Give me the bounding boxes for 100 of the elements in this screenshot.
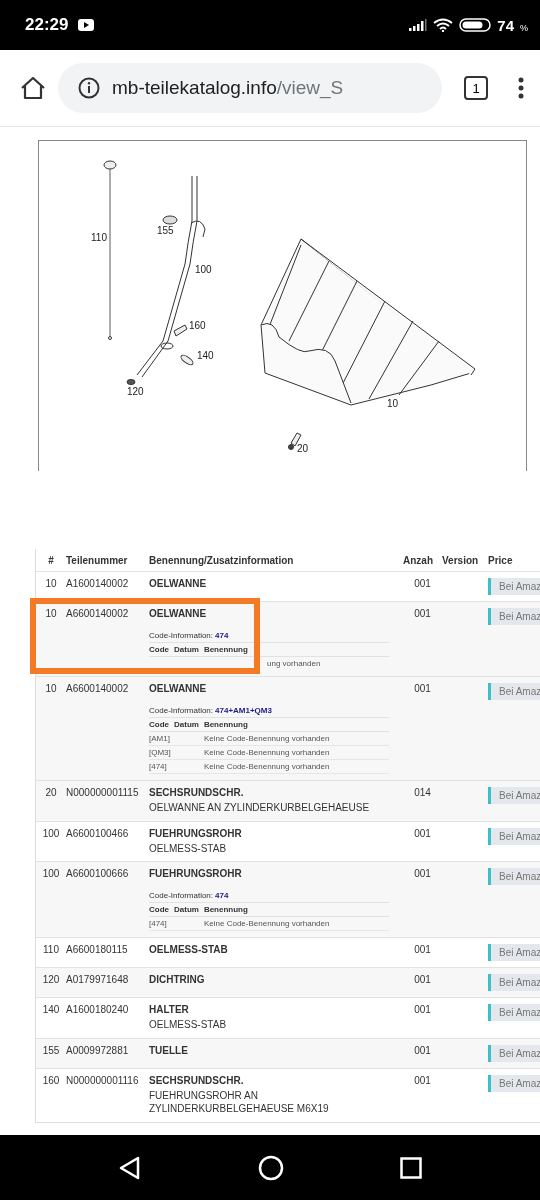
table-cell-text: 155 [41,1044,61,1056]
table-cell-text: A6600180115 [66,944,129,955]
code-column-header: Benennung [203,905,248,914]
battery-percent: 74 [497,16,514,34]
table-cell-text: A1600180240 [66,1004,130,1015]
code-link[interactable]: 474+AM1+QM3 [215,706,272,715]
callout-label: 110 [91,232,107,243]
part-note: FUEHRUNGSROHR AN ZYLINDERKURBELGEHAEUSE M6X19 [149,1088,330,1116]
battery-icon [459,18,492,32]
part-name: OELWANNE [149,608,208,619]
callout-label: 140 [197,350,214,361]
table-cell-text: 140 [41,1004,61,1015]
table-cell-text: 10 [44,578,58,589]
amazon-button[interactable]: Bei Amaz [488,944,540,961]
table-cell-text: A6600140002 [66,683,130,694]
column-header: Anzah [403,555,434,566]
callout-label: 20 [297,443,309,454]
code-cell: Keine Code-Benennung vorhanden [204,919,330,928]
amazon-button[interactable]: Bei Amaz [488,608,540,625]
recent-apps-icon[interactable] [400,1156,422,1179]
column-header: Teilenummer [66,555,129,566]
part-name: FUEHRUNGSROHR [149,868,243,879]
table-cell-text: 001 [413,974,432,985]
part-name: SECHSRUNDSCHR. [149,1074,245,1086]
table-cell-text: A6600100466 [66,827,130,839]
callout-label: 120 [127,386,144,397]
column-header: Benennung/Zusatzinformation [149,555,295,566]
home-icon[interactable] [20,76,46,100]
video-play-icon [78,19,95,31]
callout-label: 160 [189,320,206,331]
back-icon[interactable] [118,1155,142,1180]
table-cell-text: 001 [413,683,432,694]
code-column-header: Datum [174,720,199,729]
amazon-button[interactable]: Bei Amaz [488,578,540,595]
code-cell-text: [QM3] [149,748,172,757]
table-cell-text: 100 [41,827,61,839]
code-column-header: Code [149,905,169,914]
code-column-header: Code [149,645,169,654]
amazon-button[interactable]: Bei Amaz [488,683,540,700]
part-note: OELMESS-STAB [149,1018,228,1032]
tab-count-button[interactable]: 1 [464,76,488,100]
table-cell-text: N000000001116 [66,1074,140,1086]
code-cell: ung vorhanden [267,659,321,668]
code-info-label: Code-Information: [149,706,214,715]
table-cell-text: A0179971648 [66,974,130,985]
table-cell-text: 10 [44,683,58,694]
amazon-button[interactable]: Bei Amaz [488,1044,540,1062]
seal-ring-drawing [126,379,136,385]
amazon-button[interactable]: Bei Amaz [488,787,540,804]
part-note: OELMESS-STAB [149,841,228,855]
part-name: DICHTRING [149,974,206,985]
clip-drawing [180,354,194,366]
table-cell-text: 001 [413,944,432,955]
menu-icon[interactable] [518,77,524,99]
bolt-drawing [173,324,188,337]
code-column-header: Code [149,720,169,729]
table-cell-text: 001 [413,1044,432,1056]
table-cell-text: N000000001115 [66,787,140,798]
amazon-button[interactable]: Bei Amaz [488,868,540,885]
percent-sign: % [520,23,528,33]
callout-label: 100 [195,264,212,275]
part-name: OELWANNE [149,683,208,694]
table-cell-text: 014 [413,787,432,798]
code-cell-text: [474] [149,919,168,928]
column-header: # [47,555,55,566]
part-name: FUEHRUNGSROHR [149,827,243,839]
table-cell-text: 160 [41,1074,61,1086]
table-cell-text: 120 [41,974,61,985]
code-column-header: Datum [174,645,199,654]
address-bar[interactable]: mb-teilekatalog.info/view_S [58,63,442,113]
code-cell: Keine Code-Benennung vorhanden [204,748,330,757]
table-cell-text: 001 [413,578,432,589]
grommet-drawing [162,215,178,225]
table-cell-text: 001 [413,608,432,619]
column-header: Version [442,555,480,566]
code-link[interactable]: 474 [215,891,229,900]
callout-label: 155 [157,225,174,236]
info-icon[interactable] [78,77,100,99]
amazon-button[interactable]: Bei Amaz [488,974,540,991]
table-cell-text: 001 [413,868,432,879]
code-column-header: Benennung [203,645,248,654]
amazon-button[interactable]: Bei Amaz [488,1004,540,1021]
part-name: HALTER [149,1004,190,1015]
code-cell-text: [AM1] [149,734,171,743]
clock: 22:29 [25,15,69,35]
part-name: OELMESS-STAB [149,944,229,955]
table-cell-text: A0009972881 [66,1044,130,1056]
code-info-label: Code-Information: [149,631,214,640]
table-cell-text: 001 [413,1074,432,1086]
amazon-button[interactable]: Bei Amaz [488,827,540,845]
code-column-header: Datum [174,905,199,914]
code-column-header: Benennung [203,720,248,729]
table-cell-text: A6600140002 [66,608,130,619]
table-cell-text: 20 [44,787,58,798]
amazon-button[interactable]: Bei Amaz [488,1074,540,1092]
part-name: TUELLE [149,1044,189,1056]
code-cell: Keine Code-Benennung vorhanden [204,762,330,771]
code-link[interactable]: 474 [215,631,229,640]
table-cell-text: 001 [413,1004,432,1015]
table-cell-text: A6600100666 [66,868,130,879]
